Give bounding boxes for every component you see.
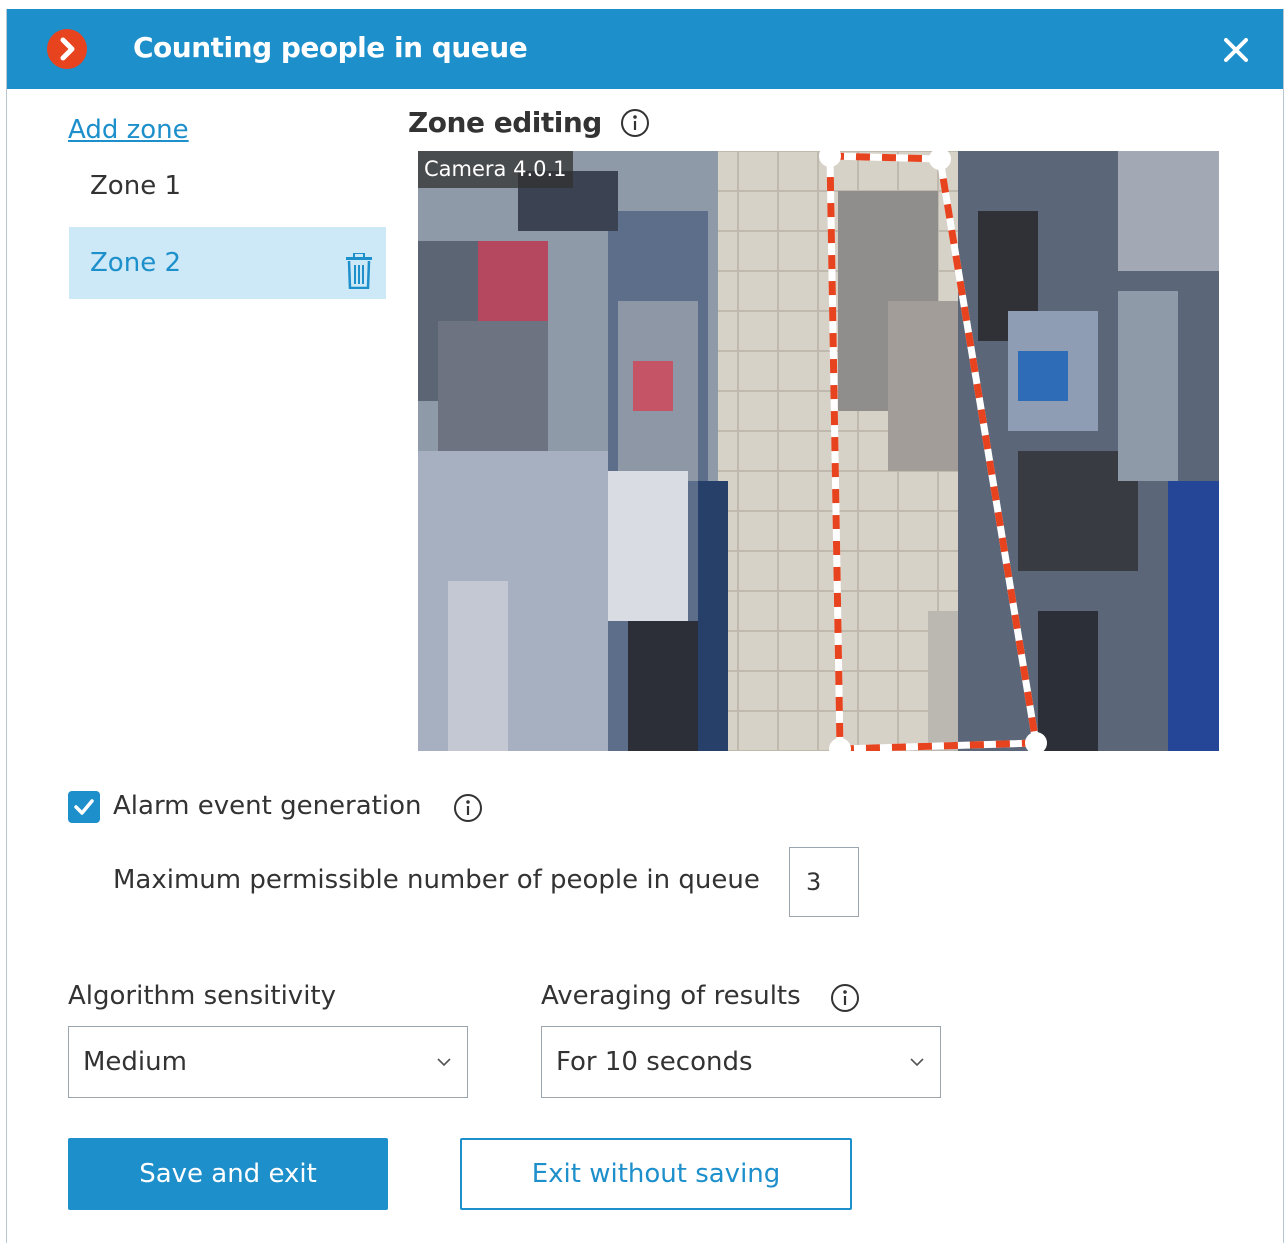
info-icon[interactable] xyxy=(620,108,650,138)
exit-without-saving-button[interactable]: Exit without saving xyxy=(460,1138,852,1210)
zone-list-item-selected[interactable]: Zone 2 xyxy=(69,227,386,299)
zone-label: Zone 2 xyxy=(90,248,181,278)
zone-list-item[interactable]: Zone 1 xyxy=(69,151,386,221)
counting-queue-dialog: Counting people in queue Add zone Zone 1… xyxy=(6,9,1284,1243)
zone-label: Zone 1 xyxy=(90,171,181,201)
max-people-label: Maximum permissible number of people in … xyxy=(113,865,760,895)
sensitivity-label: Algorithm sensitivity xyxy=(68,981,336,1011)
camera-image xyxy=(418,151,1219,751)
close-icon[interactable] xyxy=(1221,35,1251,65)
alarm-label: Alarm event generation xyxy=(113,791,422,821)
title-bar: Counting people in queue xyxy=(7,9,1283,89)
sensitivity-select[interactable]: Medium xyxy=(68,1026,468,1098)
camera-label: Camera 4.0.1 xyxy=(418,151,573,188)
alarm-checkbox[interactable] xyxy=(68,791,100,823)
info-icon[interactable] xyxy=(453,793,483,823)
chevron-right-circle-icon xyxy=(47,29,87,69)
averaging-label: Averaging of results xyxy=(541,981,801,1011)
chevron-down-icon xyxy=(437,1058,451,1067)
zone-editing-title: Zone editing xyxy=(408,106,602,139)
info-icon[interactable] xyxy=(830,983,860,1013)
sensitivity-value: Medium xyxy=(83,1047,187,1077)
save-and-exit-button[interactable]: Save and exit xyxy=(68,1138,388,1210)
trash-icon[interactable] xyxy=(345,245,373,290)
averaging-select[interactable]: For 10 seconds xyxy=(541,1026,941,1098)
max-people-input[interactable] xyxy=(789,847,859,917)
averaging-value: For 10 seconds xyxy=(556,1047,753,1077)
dialog-title: Counting people in queue xyxy=(133,31,528,64)
add-zone-link[interactable]: Add zone xyxy=(68,115,189,145)
chevron-down-icon xyxy=(910,1058,924,1067)
camera-view[interactable]: Camera 4.0.1 xyxy=(418,151,1219,751)
